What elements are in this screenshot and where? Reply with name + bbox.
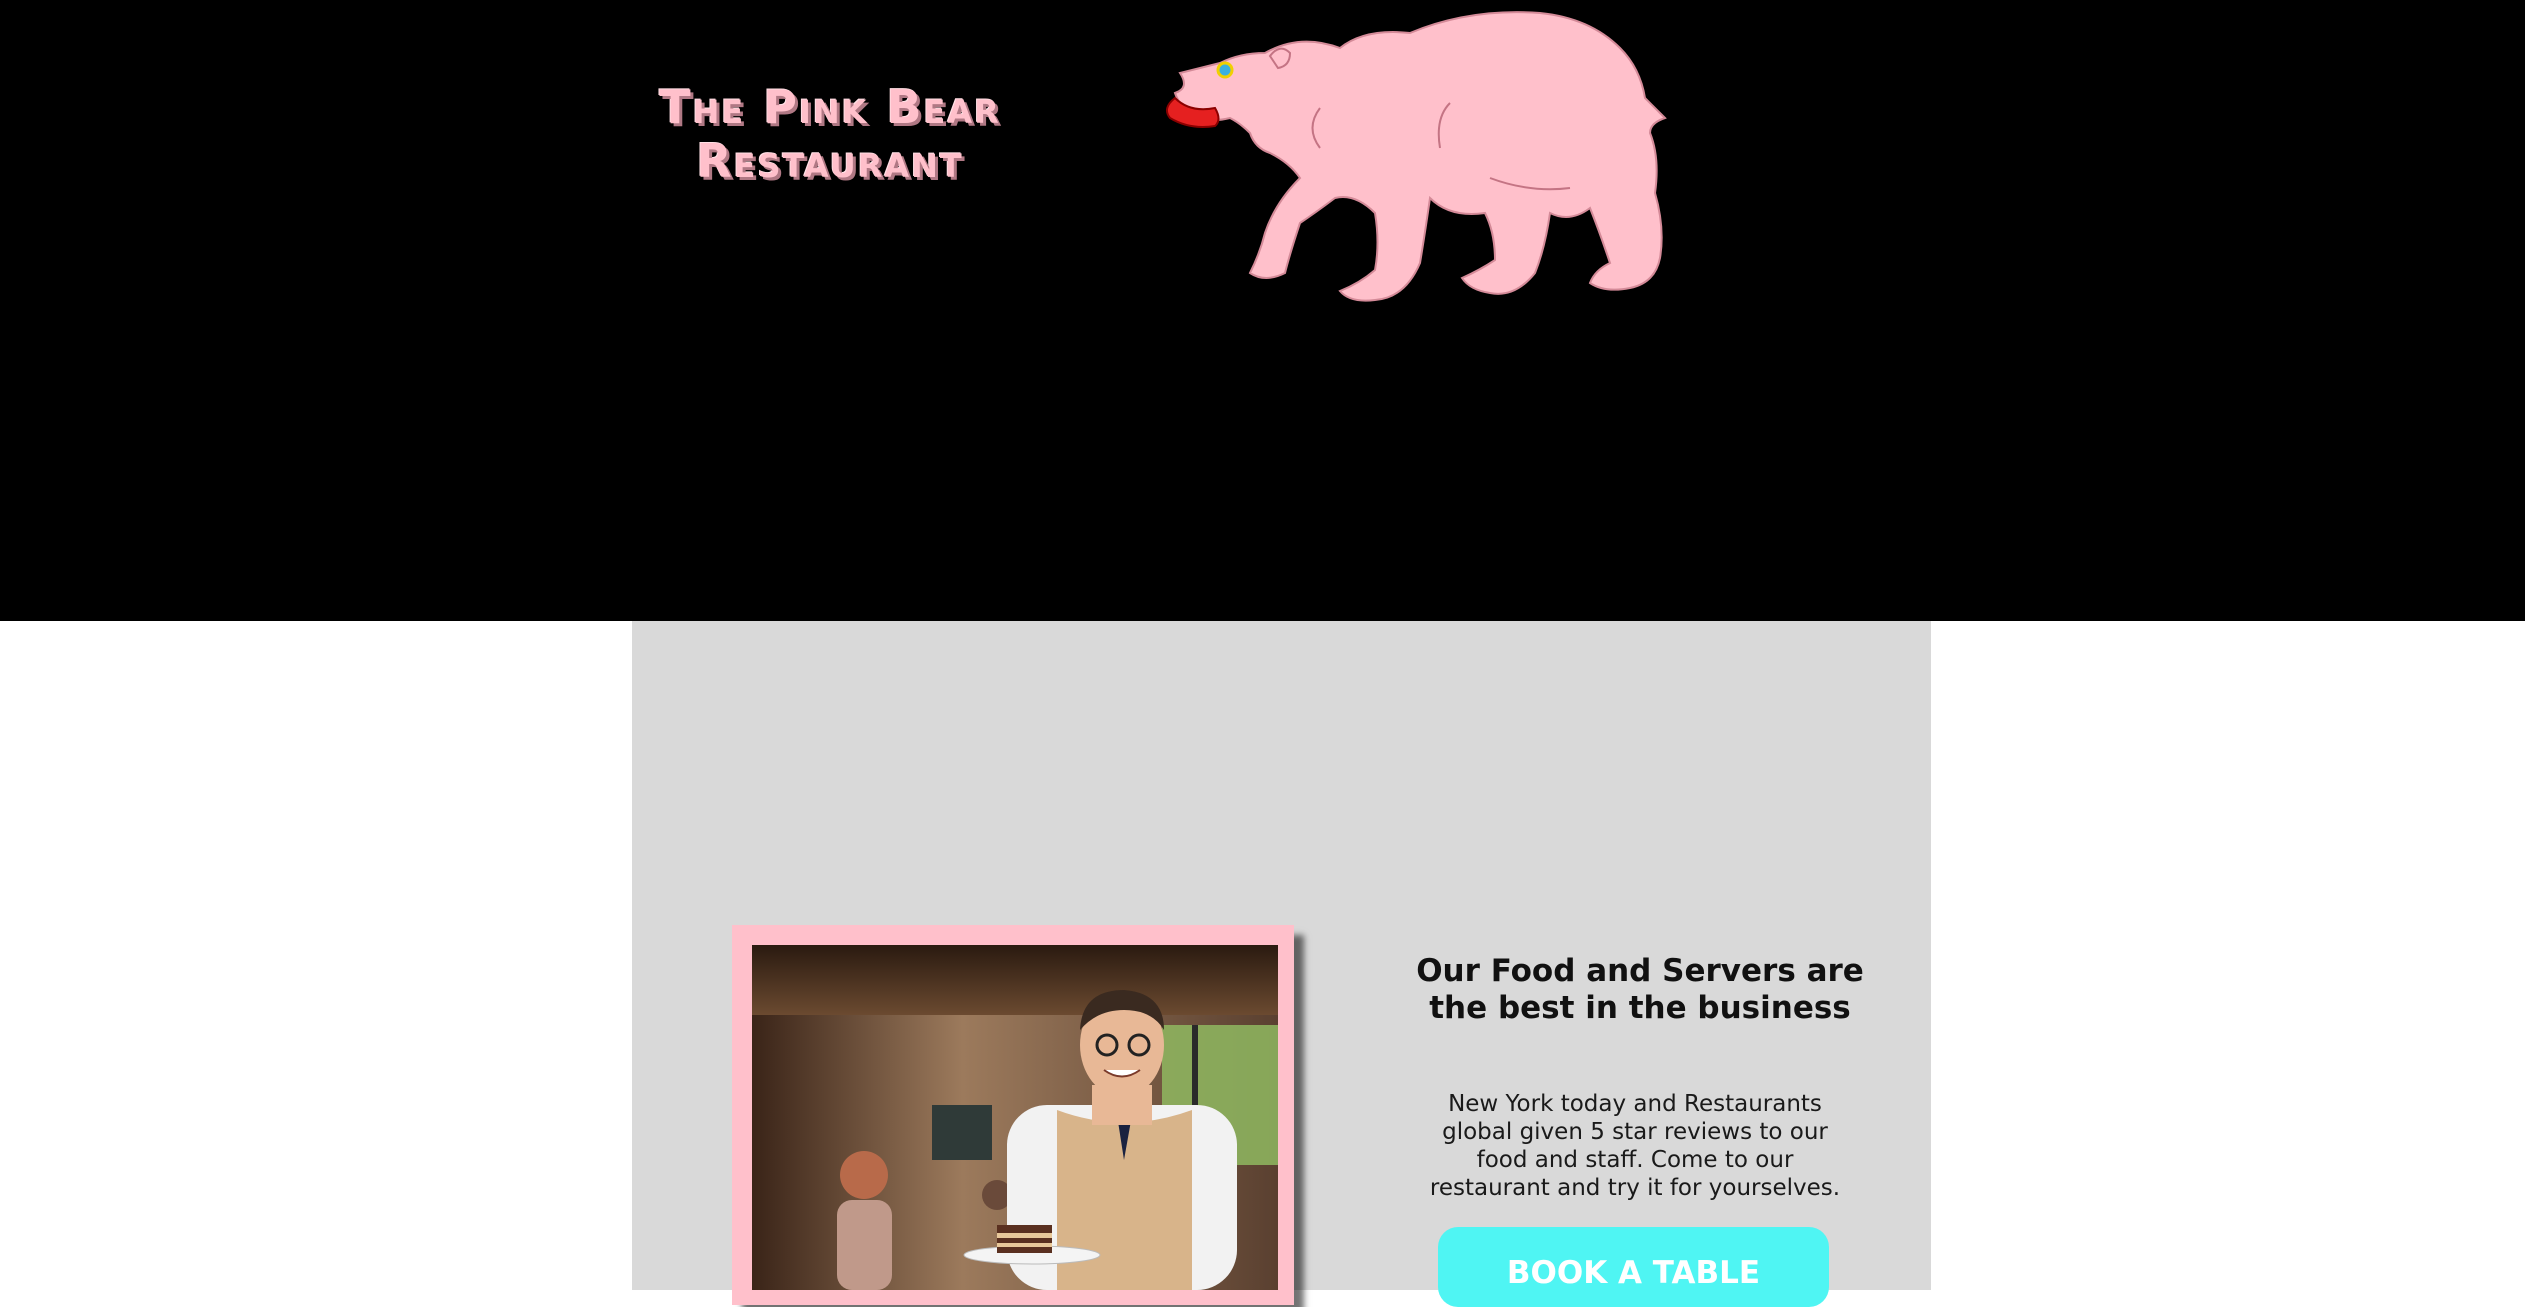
server-photo — [752, 945, 1278, 1290]
site-title-line-1: The Pink Bear — [659, 80, 1001, 134]
feature-description: New York today and Restaurants global gi… — [1429, 1091, 1841, 1201]
server-photo-image — [752, 945, 1278, 1290]
feature-headline: Our Food and Servers are the best in the… — [1416, 953, 1864, 1026]
site-header: The Pink Bear Restaurant — [0, 0, 2525, 621]
site-title[interactable]: The Pink Bear Restaurant — [600, 80, 1060, 188]
bear-logo-icon — [1165, 11, 1667, 302]
site-title-line-2: Restaurant — [696, 134, 964, 188]
book-table-button[interactable]: BOOK A TABLE — [1438, 1227, 1829, 1307]
